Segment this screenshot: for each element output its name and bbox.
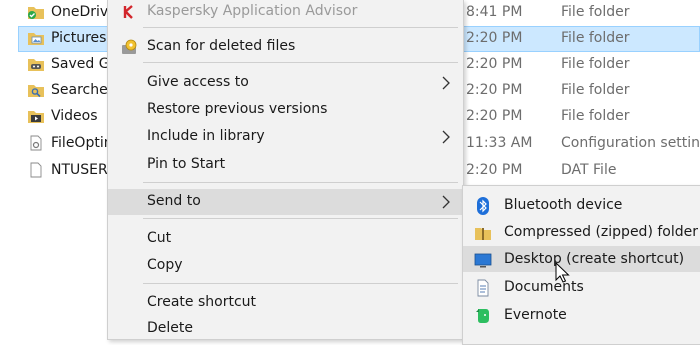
file-type: File folder (561, 56, 630, 72)
submenu-item-bluetooth[interactable]: Bluetooth device (463, 192, 700, 218)
file-name: Searches (51, 82, 116, 98)
menu-separator (143, 218, 458, 219)
menu-label: Restore previous versions (147, 101, 328, 117)
dat-file-icon (30, 162, 42, 178)
chevron-right-icon (442, 195, 450, 209)
send-to-submenu: Bluetooth device Compressed (zipped) fol… (462, 185, 700, 345)
menu-item-include-library[interactable]: Include in library (108, 124, 463, 150)
pictures-folder-icon (28, 33, 44, 45)
file-type: DAT File (561, 162, 617, 178)
menu-label: Scan for deleted files (147, 38, 296, 54)
config-file-icon (30, 135, 42, 151)
menu-label: Create shortcut (147, 294, 257, 310)
submenu-label: Bluetooth device (504, 197, 623, 213)
menu-item-restore-versions[interactable]: Restore previous versions (108, 97, 463, 123)
menu-separator (143, 62, 458, 63)
menu-item-kaspersky[interactable]: Kaspersky Application Advisor (108, 0, 463, 25)
menu-item-cut[interactable]: Cut (108, 226, 463, 252)
menu-label: Send to (147, 193, 201, 209)
submenu-label: Compressed (zipped) folder (504, 224, 698, 240)
evernote-icon (476, 309, 489, 323)
menu-item-delete[interactable]: Delete (108, 316, 463, 342)
menu-label: Delete (147, 320, 193, 336)
zip-folder-icon (475, 228, 491, 240)
file-date: 8:41 PM (466, 4, 523, 20)
menu-label: Copy (147, 257, 183, 273)
mouse-cursor-icon (555, 262, 570, 283)
submenu-label: Desktop (create shortcut) (504, 251, 685, 267)
file-type: File folder (561, 82, 630, 98)
menu-item-scan-deleted[interactable]: Scan for deleted files (108, 34, 463, 60)
submenu-item-evernote[interactable]: Evernote (463, 302, 700, 328)
onedrive-folder-icon (28, 7, 44, 19)
chevron-right-icon (442, 76, 450, 90)
file-name: Pictures (51, 30, 107, 46)
submenu-label: Documents (504, 279, 584, 295)
menu-separator (143, 27, 458, 28)
bluetooth-icon (477, 197, 489, 215)
recovery-disk-icon (122, 39, 137, 54)
file-name: Videos (51, 108, 98, 124)
menu-item-create-shortcut[interactable]: Create shortcut (108, 290, 463, 316)
menu-item-give-access[interactable]: Give access to (108, 70, 463, 96)
file-date: 2:20 PM (466, 82, 523, 98)
menu-label: Pin to Start (147, 156, 226, 172)
menu-item-pin-start[interactable]: Pin to Start (108, 152, 463, 178)
file-type: File folder (561, 30, 630, 46)
file-date: 2:20 PM (466, 30, 523, 46)
file-date: 2:20 PM (466, 108, 523, 124)
videos-folder-icon (28, 111, 44, 123)
file-date: 2:20 PM (466, 162, 523, 178)
file-name: NTUSER. (51, 162, 112, 178)
menu-separator (143, 283, 458, 284)
file-date: 11:33 AM (466, 135, 533, 151)
chevron-right-icon (442, 130, 450, 144)
submenu-item-documents[interactable]: Documents (463, 274, 700, 300)
menu-label: Include in library (147, 128, 265, 144)
kaspersky-icon (123, 5, 133, 19)
menu-label: Kaspersky Application Advisor (147, 3, 358, 19)
submenu-label: Evernote (504, 307, 567, 323)
file-type: File folder (561, 4, 630, 20)
saved-games-folder-icon (28, 59, 44, 71)
menu-label: Cut (147, 230, 172, 246)
context-menu: Kaspersky Application Advisor Scan for d… (107, 0, 464, 340)
submenu-item-compressed[interactable]: Compressed (zipped) folder (463, 219, 700, 245)
file-type: File folder (561, 108, 630, 124)
documents-icon (477, 279, 489, 297)
file-type: Configuration setting (561, 135, 700, 151)
menu-separator (143, 182, 458, 183)
file-date: 2:20 PM (466, 56, 523, 72)
menu-item-copy[interactable]: Copy (108, 253, 463, 279)
menu-label: Give access to (147, 74, 249, 90)
desktop-icon (474, 253, 492, 268)
file-name: FileOptin (51, 135, 113, 151)
menu-item-send-to[interactable]: Send to (108, 189, 463, 215)
submenu-item-desktop[interactable]: Desktop (create shortcut) (463, 246, 700, 272)
searches-folder-icon (28, 85, 44, 98)
